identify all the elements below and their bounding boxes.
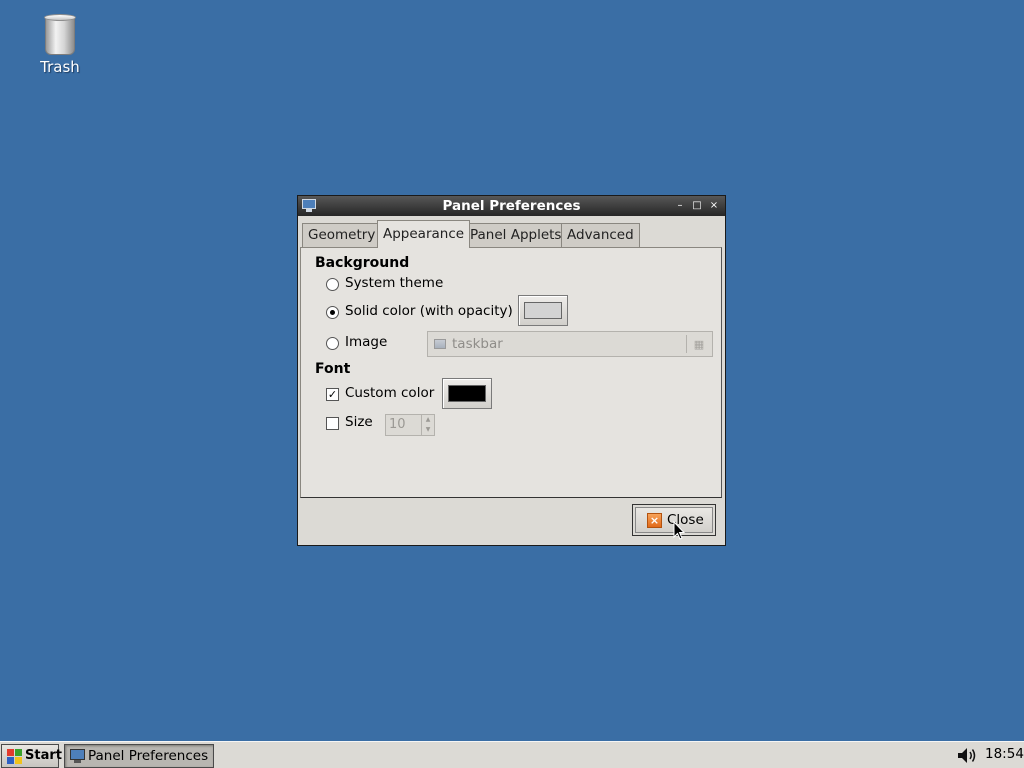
taskbar-item-panel-preferences[interactable]: Panel Preferences (64, 744, 214, 768)
clock: 18:54 (985, 746, 1024, 762)
tab-appearance[interactable]: Appearance (377, 220, 471, 248)
image-file-icon (434, 339, 446, 349)
background-heading: Background (315, 255, 410, 271)
image-label: Image (345, 334, 388, 350)
solid-color-swatch (524, 302, 562, 319)
system-theme-label: System theme (345, 275, 444, 291)
font-size-spinner[interactable]: 10 ▲ ▼ (385, 414, 435, 436)
volume-icon[interactable] (957, 747, 977, 764)
appearance-panel: Background System theme Solid color (wit… (300, 247, 722, 498)
monitor-icon (70, 749, 85, 763)
font-size-value: 10 (389, 417, 406, 432)
font-heading: Font (315, 361, 351, 377)
open-file-icon[interactable]: ▦ (691, 337, 707, 352)
window-close-button[interactable]: × (707, 198, 721, 214)
tab-panel-applets[interactable]: Panel Applets (464, 223, 568, 247)
taskbar: Start Panel Preferences 18:54 (0, 741, 1024, 768)
radio-system-theme[interactable] (326, 278, 339, 291)
solid-color-button[interactable] (518, 295, 568, 326)
font-color-swatch (448, 385, 486, 402)
tab-geometry[interactable]: Geometry (302, 223, 382, 247)
image-file-value: taskbar (452, 336, 503, 352)
radio-image[interactable] (326, 337, 339, 350)
custom-color-label: Custom color (345, 385, 435, 401)
checkbox-custom-color[interactable]: ✓ (326, 388, 339, 401)
window-title: Panel Preferences (442, 198, 581, 214)
maximize-button[interactable]: □ (690, 198, 704, 214)
image-file-chooser[interactable]: taskbar ▦ (427, 331, 713, 357)
trash-icon (43, 12, 77, 56)
checkbox-font-size[interactable] (326, 417, 339, 430)
tab-advanced[interactable]: Advanced (561, 223, 640, 247)
radio-solid-color[interactable] (326, 306, 339, 319)
start-button[interactable]: Start (1, 744, 62, 768)
font-color-button[interactable] (442, 378, 492, 409)
mouse-cursor-icon (673, 521, 685, 540)
close-icon: × (647, 513, 662, 528)
taskbar-item-label: Panel Preferences (88, 748, 209, 764)
minimize-button[interactable]: – (673, 198, 687, 214)
window-titlebar[interactable]: Panel Preferences – □ × (298, 196, 725, 216)
spin-down-icon[interactable]: ▼ (424, 425, 432, 434)
spin-up-icon[interactable]: ▲ (424, 415, 432, 424)
panel-preferences-window: Panel Preferences – □ × Geometry Appeara… (297, 195, 726, 546)
size-label: Size (345, 414, 373, 430)
desktop-icon-trash[interactable]: Trash (24, 12, 96, 76)
start-logo-icon (7, 749, 23, 764)
desktop-icon-label: Trash (40, 58, 80, 76)
start-label: Start (25, 748, 62, 763)
solid-color-label: Solid color (with opacity) (345, 303, 513, 319)
